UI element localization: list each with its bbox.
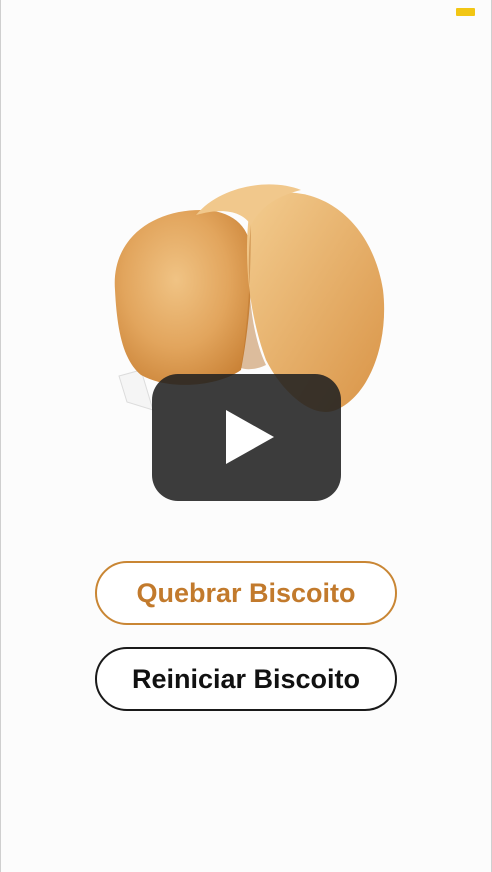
video-play-button[interactable] [152, 374, 341, 501]
cookie-left-lobe [114, 210, 252, 385]
reset-cookie-button[interactable]: Reiniciar Biscoito [95, 647, 397, 711]
app-screen: Quebrar Biscoito Reiniciar Biscoito [0, 0, 492, 872]
battery-indicator-icon [456, 8, 475, 16]
play-icon [226, 410, 274, 464]
break-cookie-button[interactable]: Quebrar Biscoito [95, 561, 397, 625]
